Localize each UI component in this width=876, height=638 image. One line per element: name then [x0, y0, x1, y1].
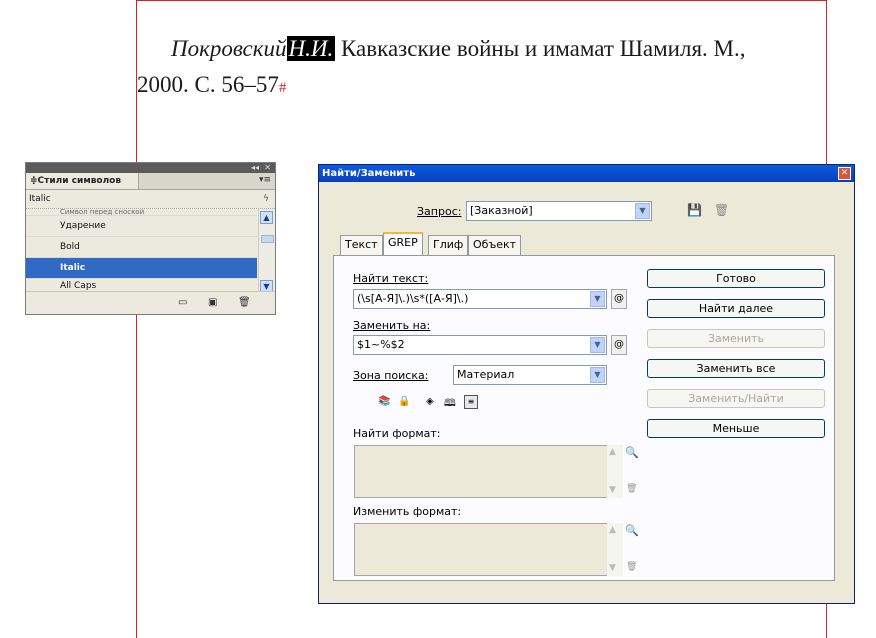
- query-select[interactable]: [Заказной] ▼: [466, 201, 652, 221]
- tab-grep[interactable]: GREP: [383, 232, 423, 256]
- document-text-line-2[interactable]: 2000. С. 56–57#: [137, 70, 286, 103]
- panel-title-bar: ◂◂ ✕: [26, 163, 275, 173]
- tab-glyph[interactable]: Глиф: [428, 235, 469, 255]
- find-format-box[interactable]: [354, 445, 608, 498]
- find-format-label: Найти формат:: [353, 427, 441, 440]
- change-find-button[interactable]: Заменить/Найти: [647, 389, 825, 408]
- quick-apply-icon[interactable]: ϟ: [263, 190, 269, 208]
- search-scope-label: Зона поиска:: [353, 369, 429, 382]
- scroll-down-icon[interactable]: ▼: [609, 563, 616, 573]
- scroll-thumb[interactable]: [261, 235, 274, 243]
- find-next-button[interactable]: Найти далее: [647, 299, 825, 318]
- delete-query-trash-icon[interactable]: 🗑: [714, 203, 729, 217]
- collapse-panel-icon[interactable]: ◂◂: [251, 163, 259, 173]
- clear-change-format-trash-icon[interactable]: 🗑: [626, 562, 637, 572]
- special-characters-icon[interactable]: @: [611, 289, 627, 309]
- done-button[interactable]: Готово: [647, 269, 825, 288]
- change-to-input[interactable]: $1~%$2 ▼: [353, 335, 607, 355]
- style-list: Символ перед сноской Ударение Bold Itali…: [26, 209, 257, 295]
- new-style-icon[interactable]: ▣: [208, 297, 217, 308]
- end-of-story-marker: #: [278, 80, 287, 96]
- specify-find-format-icon[interactable]: 🔍: [625, 446, 639, 459]
- save-query-icon[interactable]: 💾: [687, 203, 702, 217]
- chevron-down-icon[interactable]: ▼: [590, 367, 605, 383]
- include-hidden-layers-icon[interactable]: ◈: [426, 396, 434, 407]
- fewer-options-button[interactable]: Меньше: [647, 419, 825, 438]
- include-footnotes-icon[interactable]: ≡: [464, 395, 478, 409]
- search-scope-value: Материал: [457, 368, 515, 381]
- selected-initials: Н.И.: [286, 36, 336, 61]
- change-to-label: Заменить на:: [353, 319, 431, 332]
- include-locked-stories-icon[interactable]: 🔒: [398, 396, 410, 407]
- special-characters-icon[interactable]: @: [611, 335, 627, 355]
- tab-character-styles[interactable]: ≑Стили символов: [26, 173, 139, 189]
- character-styles-panel: ◂◂ ✕ ≑Стили символов ▾≡ Italic ϟ Символ …: [25, 162, 276, 315]
- tab-object[interactable]: Объект: [468, 235, 522, 255]
- change-format-label: Изменить формат:: [353, 505, 462, 518]
- find-what-label: Найти текст:: [353, 272, 429, 285]
- close-icon[interactable]: ✕: [838, 167, 851, 180]
- search-scope-select[interactable]: Материал ▼: [453, 365, 607, 385]
- panel-menu-icon[interactable]: ▾≡: [259, 175, 271, 185]
- new-group-folder-icon[interactable]: ▭: [178, 297, 187, 308]
- include-locked-layers-icon[interactable]: 📚: [378, 396, 390, 407]
- specify-change-format-icon[interactable]: 🔍: [625, 524, 639, 537]
- list-item[interactable]: Символ перед сноской: [26, 209, 257, 216]
- find-what-input[interactable]: (\s[А-Я]\.)\s*([А-Я]\.) ▼: [353, 289, 607, 309]
- page-margin-guide-top: [136, 0, 827, 1]
- find-what-value: (\s[А-Я]\.)\s*([А-Я]\.): [357, 292, 469, 305]
- scroll-up-icon[interactable]: ▲: [260, 211, 273, 224]
- title-text: Кавказские войны и имамат Шамиля. М.,: [335, 36, 746, 61]
- current-style-name: Italic: [29, 194, 51, 204]
- change-all-button[interactable]: Заменить все: [647, 359, 825, 378]
- author-name: Покровский: [171, 36, 287, 61]
- chevron-down-icon[interactable]: ▼: [590, 291, 605, 307]
- change-format-scrollbar[interactable]: ▲ ▼: [607, 523, 623, 576]
- tab-text[interactable]: Текст: [340, 235, 383, 255]
- list-item[interactable]: Bold: [26, 237, 257, 258]
- clear-find-format-trash-icon[interactable]: 🗑: [626, 484, 637, 494]
- find-format-scrollbar[interactable]: ▲ ▼: [607, 445, 623, 498]
- scroll-up-icon[interactable]: ▲: [609, 447, 616, 457]
- include-master-pages-icon[interactable]: 🕮: [444, 396, 456, 413]
- list-item[interactable]: Ударение: [26, 216, 257, 237]
- search-options-icons: 📚 🔒 ◈ 🕮 ≡: [378, 395, 498, 413]
- scroll-up-icon[interactable]: ▲: [609, 525, 616, 535]
- dialog-title-bar[interactable]: Найти/Заменить ✕: [319, 165, 854, 182]
- query-value: [Заказной]: [470, 204, 533, 217]
- change-button[interactable]: Заменить: [647, 329, 825, 348]
- delete-style-trash-icon[interactable]: 🗑: [238, 297, 251, 308]
- query-label: Запрос:: [417, 205, 462, 218]
- list-item-selected[interactable]: Italic: [26, 258, 257, 279]
- change-format-box[interactable]: [354, 523, 608, 576]
- chevron-down-icon[interactable]: ▼: [635, 203, 650, 219]
- panel-tab-row: ≑Стили символов ▾≡: [26, 173, 275, 190]
- document-text-line-1[interactable]: ПокровскийН.И. Кавказские войны и имамат…: [171, 34, 745, 64]
- find-change-dialog: Найти/Заменить ✕ Запрос: [Заказной] ▼ 💾 …: [318, 164, 855, 604]
- current-style-indicator: Italic ϟ: [26, 190, 275, 209]
- change-to-value: $1~%$2: [357, 338, 405, 351]
- close-panel-icon[interactable]: ✕: [264, 163, 271, 173]
- style-list-scrollbar[interactable]: ▲ ▼: [258, 209, 275, 295]
- panel-footer: ▭ ▣ 🗑: [26, 291, 275, 314]
- scroll-down-icon[interactable]: ▼: [609, 485, 616, 495]
- dialog-title: Найти/Заменить: [322, 168, 416, 179]
- chevron-down-icon[interactable]: ▼: [590, 337, 605, 353]
- citation-pages: 2000. С. 56–57: [137, 72, 279, 97]
